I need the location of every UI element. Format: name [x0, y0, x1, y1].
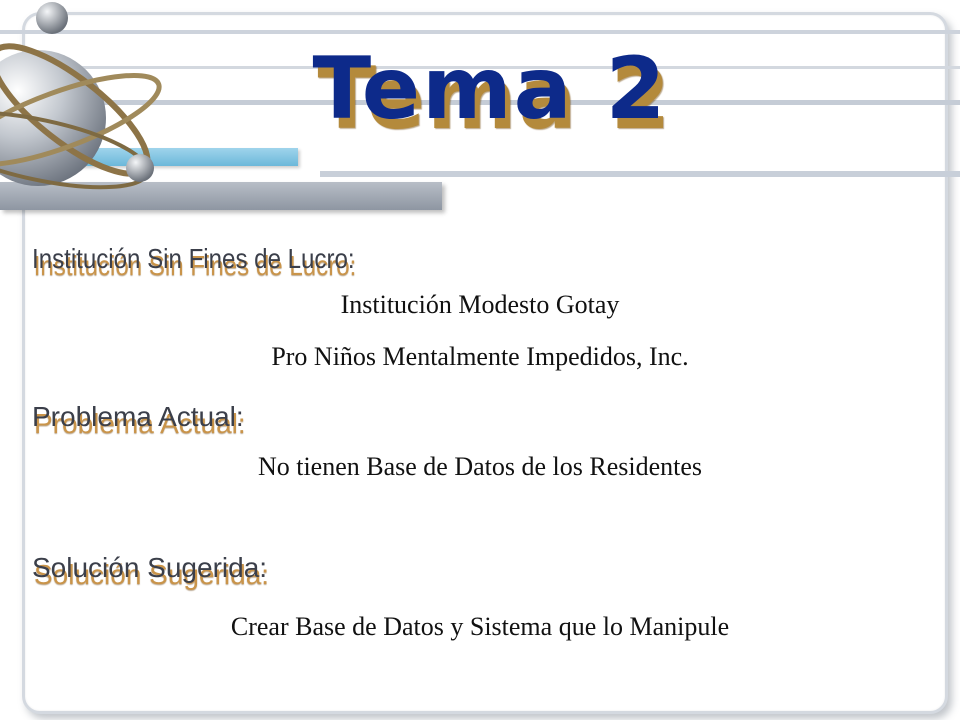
solution-text: Crear Base de Datos y Sistema que lo Man… — [230, 612, 730, 641]
section-heading-institution: Institución Sin Fines de Lucro: — [32, 243, 355, 274]
section-heading-problem: Problema Actual: — [32, 401, 244, 432]
slide-title: Tema 2 — [312, 39, 668, 139]
section-heading-solution: Solución Sugerida: — [32, 552, 268, 583]
header-stripe — [320, 171, 960, 177]
problem-text: No tienen Base de Datos de los Residente… — [257, 452, 703, 481]
atom-sphere-icon — [0, 2, 162, 190]
institution-name-line: Institución Modesto Gotay — [340, 290, 620, 319]
institution-name-line: Pro Niños Mentalmente Impedidos, Inc. — [271, 342, 689, 371]
